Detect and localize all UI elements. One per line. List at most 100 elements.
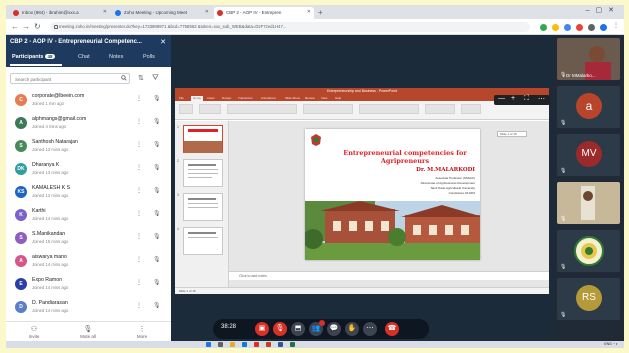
mic-off-icon[interactable]: 🎙 [153,141,161,148]
mic-off-icon[interactable]: 🎙 [153,256,161,263]
more-icon[interactable]: ⋮ [136,256,142,263]
more-options-button[interactable]: ⋯ [363,322,377,336]
mic-off-icon[interactable]: 🎙 [153,302,161,309]
extension-icon[interactable] [552,24,559,31]
system-tray[interactable]: ENG ◔ ◐ [604,342,618,346]
reload-icon[interactable]: ↻ [34,22,41,31]
chrome-icon[interactable] [254,342,259,347]
extension-icon[interactable] [588,24,595,31]
more-icon[interactable]: ⋮ [136,233,142,240]
minimize-icon[interactable]: — [498,95,505,102]
filter-icon[interactable]: ⛛ [152,73,159,83]
more-icon[interactable]: ⋮ [136,210,142,217]
more-icon[interactable]: ⋮ [136,279,142,286]
participant-row[interactable]: A alphmangs@gmail.com Joined 4 mins ago … [6,114,171,135]
browser-tab-bar: Inbox (984) - ibrahim@xxx.a ✕ Zoho Meeti… [6,5,624,19]
more-icon[interactable]: ⋮ [136,141,142,148]
search-input[interactable] [10,73,130,84]
video-off-button[interactable]: ▣ [255,322,269,336]
edge-icon[interactable] [242,342,247,347]
meeting-control-bar: 38:28 ▣ 🎙 ⬒ 👥 💬 ✋ ⋯ ☎ [213,319,429,339]
extension-icon[interactable] [540,24,547,31]
end-call-button[interactable]: ☎ [385,322,399,336]
more-icon[interactable]: ⋮ [136,302,142,309]
mic-off-icon[interactable]: 🎙 [153,164,161,171]
excel-icon[interactable] [290,342,295,347]
participant-row[interactable]: C corporate@lbeein.com Joined 1 min ago … [6,91,171,112]
participant-row[interactable]: E Expo Ramon Joined 14 mins ago ⋮ 🎙 [6,275,171,296]
mute-all-button[interactable]: 🎙 Mute all [68,325,108,339]
participant-row[interactable]: S S.Manikandan Joined 15 mins ago ⋮ 🎙 [6,229,171,250]
ppt-tab: Slide Show [285,96,301,100]
close-icon[interactable]: ✕ [307,9,311,15]
participants-button[interactable]: 👥 [309,320,325,336]
mic-off-icon[interactable]: 🎙 [153,118,161,125]
browser-tab-1[interactable]: Zoho Meeting - Upcoming Meet ✕ [112,7,212,19]
close-icon[interactable]: ✕ [160,38,166,46]
close-icon[interactable]: ✕ [205,9,209,15]
address-bar[interactable]: meeting.zoho.in/meeting/presenter.do?key… [50,22,530,32]
back-icon[interactable]: ← [11,22,19,31]
more-icon[interactable]: ⋮ [136,164,142,171]
tab-polls[interactable]: Polls [143,54,155,60]
mic-mute-button[interactable]: 🎙 [273,322,287,336]
ppt-title-bar: Entrepreneurship and Business - PowerPoi… [175,88,549,95]
share-screen-button[interactable]: ⬒ [291,322,305,336]
more-button[interactable]: ⋮ More [122,325,162,339]
new-tab-button[interactable]: + [318,8,323,17]
participant-joined: Joined 14 mins ago [32,262,69,267]
more-icon[interactable]: ⋮ [136,118,142,125]
more-icon[interactable]: ⋯ [538,95,545,103]
profile-avatar[interactable] [600,24,607,31]
search-icon[interactable] [218,342,223,347]
tab-notes[interactable]: Notes [109,54,123,60]
mic-off-icon[interactable]: 🎙 [153,233,161,240]
participant-row[interactable]: A aiswarya mano Joined 14 mins ago ⋮ 🎙 [6,252,171,273]
mic-off-icon[interactable]: 🎙 [153,210,161,217]
video-tile[interactable]: 🎙 [557,230,620,272]
file-explorer-icon[interactable] [230,342,235,347]
start-icon[interactable] [206,342,211,347]
participant-row[interactable]: K Karthi Joined 14 mins ago ⋮ 🎙 [6,206,171,227]
video-tile[interactable]: 🎙 Dr MMalarko... [557,38,620,80]
tab-participants[interactable]: Participants 48 [12,54,55,60]
extension-icon[interactable] [576,24,583,31]
browser-tab-0[interactable]: Inbox (984) - ibrahim@xxx.a ✕ [10,7,110,19]
search-icon[interactable] [121,75,127,81]
powerpoint-icon[interactable] [266,342,271,347]
video-tile[interactable]: MV 🎙 [557,134,620,176]
video-tile[interactable]: a 🎙 [557,86,620,128]
fullscreen-icon[interactable]: ⛶ [524,95,529,103]
word-icon[interactable] [278,342,283,347]
video-tile[interactable]: 🎙 [557,182,620,224]
avatar: a [576,93,602,119]
avatar: C [15,94,27,106]
browser-tab-2[interactable]: CBP 2 - AOP IV - Entrepren ✕ [214,7,314,19]
slide-subtitle: Directorate of Agribusiness Development [420,181,475,185]
chat-button[interactable]: 💬 [327,322,341,336]
tab-chat[interactable]: Chat [78,54,90,60]
participant-row[interactable]: KS KAMALESH K S Joined 13 mins ago ⋮ 🎙 [6,183,171,204]
participant-joined: Joined 13 mins ago [32,193,69,198]
more-icon[interactable]: ⋮ [136,187,142,194]
building-photo [305,201,480,260]
mic-off-icon[interactable]: 🎙 [153,187,161,194]
invite-button[interactable]: ⚇ Invite [14,325,54,339]
participant-row[interactable]: D D. Pandiarasan Joined 14 mins ago ⋮ 🎙 [6,298,171,319]
forward-icon[interactable]: → [22,22,30,31]
participant-joined: Joined 14 mins ago [32,285,69,290]
more-icon[interactable]: ⋮ [136,95,142,102]
participant-row[interactable]: DK Dharanya K Joined 13 mins ago ⋮ 🎙 [6,160,171,181]
mic-off-icon: 🎙 [560,120,567,126]
extension-icon[interactable] [564,24,571,31]
window-controls[interactable]: –▢✕ [586,6,620,14]
close-icon[interactable]: ✕ [103,9,107,15]
sort-icon[interactable]: ⇅ [138,74,144,82]
menu-icon[interactable]: ⋮ [613,22,619,29]
reactions-button[interactable]: ✋ [345,322,359,336]
mic-off-icon[interactable]: 🎙 [153,279,161,286]
mic-off-icon[interactable]: 🎙 [153,95,161,102]
participant-row[interactable]: S Santhosh Natarajan Joined 13 mins ago … [6,137,171,158]
video-tile[interactable]: RS 🎙 [557,278,620,320]
add-icon[interactable]: + [511,95,515,102]
